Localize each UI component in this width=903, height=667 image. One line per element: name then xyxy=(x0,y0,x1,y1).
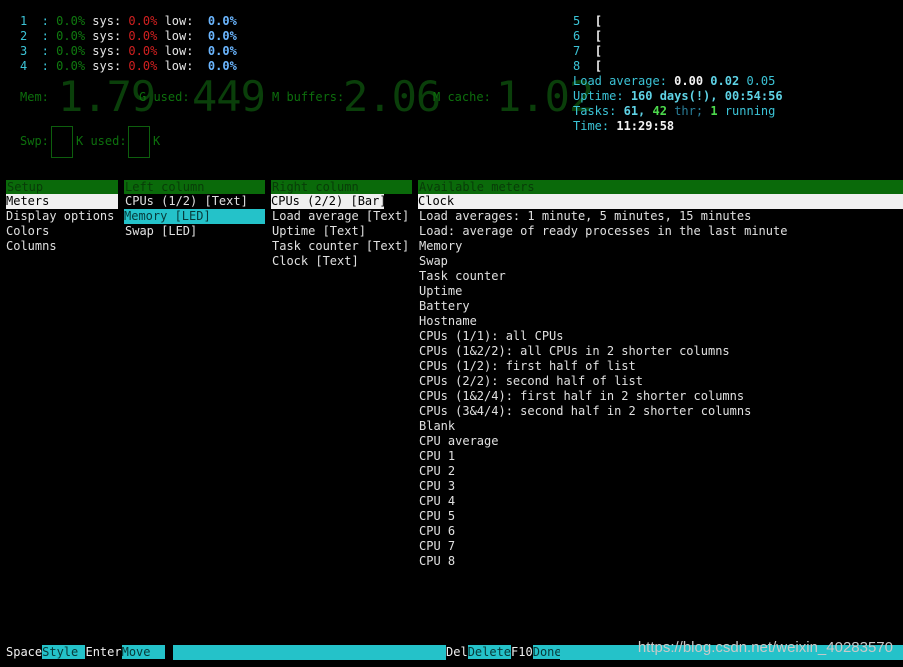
setup-header: Setup xyxy=(6,180,118,194)
available-meter-item[interactable]: CPUs (2/2): second half of list xyxy=(418,374,643,389)
space-key: Space xyxy=(6,645,43,659)
swap-used-value xyxy=(128,126,150,158)
move-button[interactable]: Move xyxy=(121,645,165,659)
available-meter-item[interactable]: CPU average xyxy=(418,434,498,449)
available-meter-item[interactable]: CPU 2 xyxy=(418,464,455,479)
cpu-user: 0.0% xyxy=(56,29,86,43)
available-meter-item[interactable]: CPU 8 xyxy=(418,554,455,569)
cpu-low: 0.0% xyxy=(207,14,237,28)
available-meter-item[interactable]: CPUs (1&2/4): first half in 2 shorter co… xyxy=(418,389,744,404)
available-meter-item[interactable]: Hostname xyxy=(418,314,477,329)
right-column-header: Right column xyxy=(271,180,412,194)
function-bar-row-right: DelDeleteF10Done xyxy=(446,645,562,660)
available-meters-header: Available meters xyxy=(418,180,903,194)
cpu-sys: 0.0% xyxy=(128,59,158,73)
del-key: Del xyxy=(446,645,468,659)
available-meter-item[interactable]: Load averages: 1 minute, 5 minutes, 15 m… xyxy=(418,209,751,224)
right-column-item[interactable]: Clock [Text] xyxy=(272,254,359,269)
available-meter-item[interactable]: Memory xyxy=(418,239,462,254)
right-column-item[interactable]: Load average [Text] xyxy=(272,209,409,224)
available-meter-item[interactable]: CPUs (1/2): first half of list xyxy=(418,359,636,374)
cpu-row: 1 : 0.0% sys: 0.0% low: 0.0% xyxy=(20,14,237,28)
watermark: https://blog.csdn.net/weixin_40283570 xyxy=(637,639,893,656)
right-column-item[interactable]: CPUs (2/2) [Bar] xyxy=(271,194,387,209)
cpu-low: 0.0% xyxy=(207,44,237,58)
delete-button[interactable]: Delete xyxy=(467,645,512,659)
setup-item-colors[interactable]: Colors xyxy=(6,224,49,239)
f10-key: F10 xyxy=(511,645,533,659)
cpu-sys: 0.0% xyxy=(128,14,158,28)
available-meter-item[interactable]: Task counter xyxy=(418,269,506,284)
load-average-meter: Load average: 0.00 0.02 0.05 xyxy=(573,74,776,88)
cpu-row: 2 : 0.0% sys: 0.0% low: 0.0% xyxy=(20,29,237,43)
available-meter-item[interactable]: CPU 4 xyxy=(418,494,455,509)
available-meter-item[interactable]: Blank xyxy=(418,419,455,434)
available-meter-item[interactable]: Swap xyxy=(418,254,448,269)
cpu-low: 0.0% xyxy=(207,29,237,43)
available-meter-item[interactable]: CPU 1 xyxy=(418,449,455,464)
done-button[interactable]: Done xyxy=(532,645,562,659)
cpu-user: 0.0% xyxy=(56,44,86,58)
setup-item-meters[interactable]: Meters xyxy=(6,194,118,209)
function-bar-row: SpaceStyle EnterMove xyxy=(6,645,165,660)
available-meter-item[interactable]: CPU 5 xyxy=(418,509,455,524)
available-meter-item[interactable]: Uptime xyxy=(418,284,462,299)
cpu-low: 0.0% xyxy=(207,59,237,73)
available-meter-item[interactable]: CPUs (3&4/4): second half in 2 shorter c… xyxy=(418,404,751,419)
cpu-row: 7 [ xyxy=(573,44,602,58)
uptime-meter: Uptime: 160 days(!), 00:54:56 xyxy=(573,89,783,103)
cpu-row: 6 [ xyxy=(573,29,602,43)
swap-total-value xyxy=(51,126,73,158)
enter-key: Enter xyxy=(85,645,122,659)
available-meter-item[interactable]: CPU 6 xyxy=(418,524,455,539)
clock-meter: Time: 11:29:58 xyxy=(573,119,675,133)
function-bar-filler xyxy=(173,645,446,660)
available-meter-item[interactable]: CPU 7 xyxy=(418,539,455,554)
available-meter-item[interactable]: Load: average of ready processes in the … xyxy=(418,224,787,239)
mem-used-value: 449 xyxy=(192,72,266,121)
task-counter-meter: Tasks: 61, 42 thr; 1 running xyxy=(573,104,776,118)
available-meter-item[interactable]: CPUs (1&2/2): all CPUs in 2 shorter colu… xyxy=(418,344,730,359)
cpu-sys: 0.0% xyxy=(128,29,158,43)
setup-item-columns[interactable]: Columns xyxy=(6,239,57,254)
right-column-item[interactable]: Task counter [Text] xyxy=(272,239,409,254)
left-column-item[interactable]: CPUs (1/2) [Text] xyxy=(125,194,248,209)
left-column-item[interactable]: Memory [LED] xyxy=(124,209,265,224)
cpu-user: 0.0% xyxy=(56,59,86,73)
available-meter-item[interactable]: CPU 3 xyxy=(418,479,455,494)
cpu-row: 3 : 0.0% sys: 0.0% low: 0.0% xyxy=(20,44,237,58)
left-column-header: Left column xyxy=(124,180,265,194)
cpu-user: 0.0% xyxy=(56,14,86,28)
mem-buffers-value: 2.06 xyxy=(343,72,441,121)
available-meter-item[interactable]: CPUs (1/1): all CPUs xyxy=(418,329,564,344)
right-column-item[interactable]: Uptime [Text] xyxy=(272,224,366,239)
cpu-sys: 0.0% xyxy=(128,44,158,58)
style-button[interactable]: Style xyxy=(42,645,86,659)
available-meter-item[interactable]: Clock xyxy=(418,194,903,209)
available-meter-item[interactable]: Battery xyxy=(418,299,470,314)
left-column-item[interactable]: Swap [LED] xyxy=(125,224,197,239)
cpu-row: 5 [ xyxy=(573,14,602,28)
setup-item-display-options[interactable]: Display options xyxy=(6,209,114,224)
